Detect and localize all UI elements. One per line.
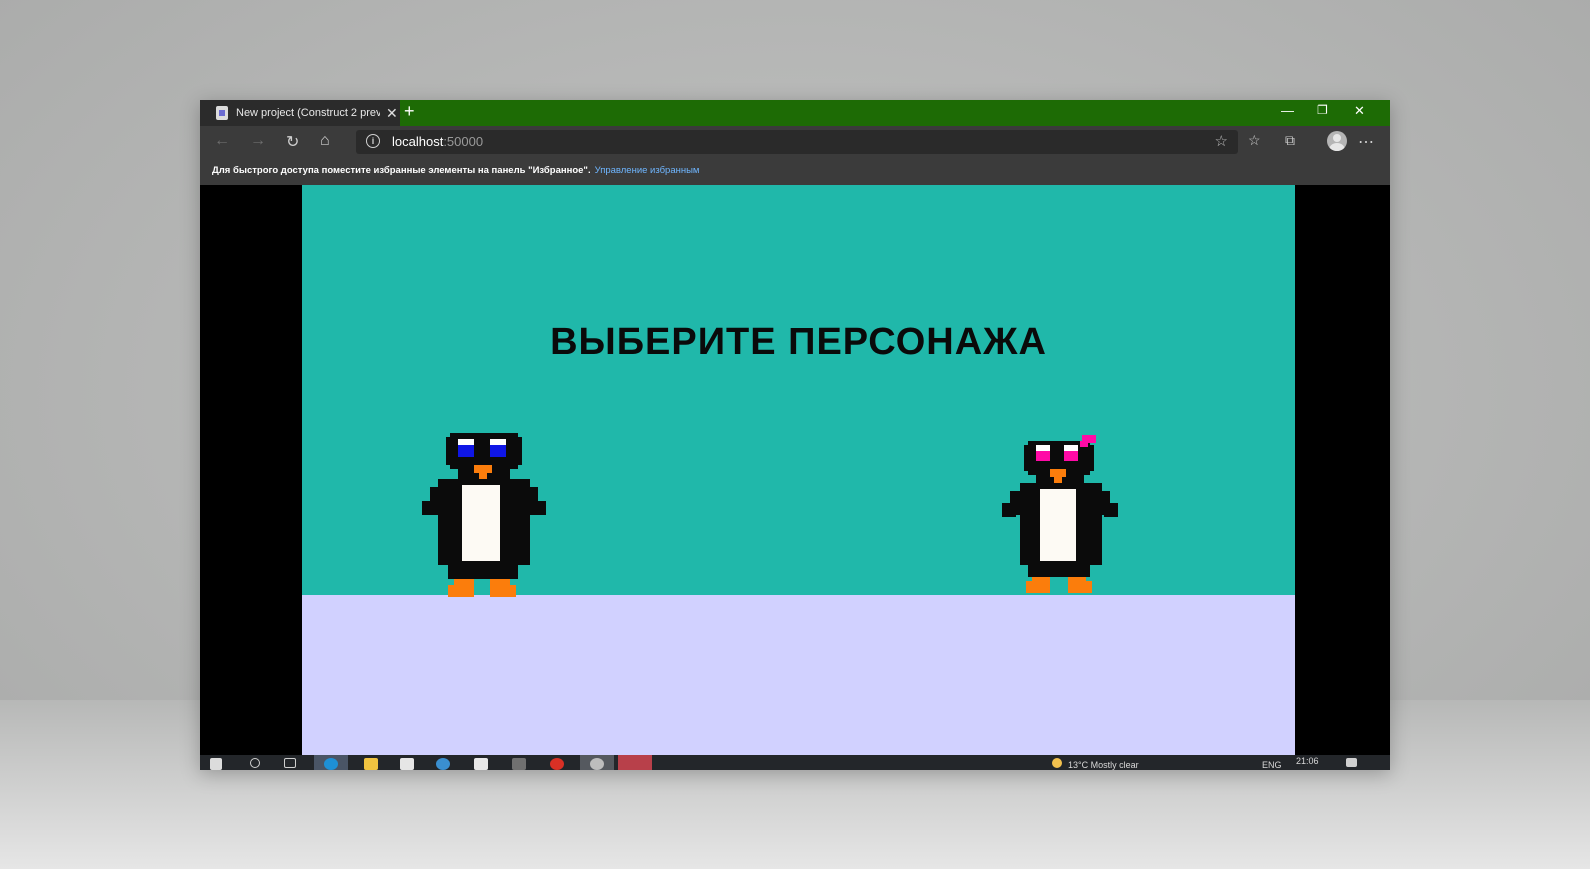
favorites-bar-message: Для быстрого доступа поместите избранные… <box>212 165 700 176</box>
browser-icon[interactable] <box>436 758 450 770</box>
back-icon[interactable]: ← <box>214 132 230 150</box>
url-text: localhost:50000 <box>392 134 484 149</box>
folder-icon[interactable] <box>364 758 378 770</box>
penguin-boy-character[interactable] <box>422 425 548 597</box>
browser-window: New project (Construct 2 preview) ✕ + — … <box>200 100 1390 770</box>
notifications-icon[interactable] <box>1346 758 1357 767</box>
close-window-icon[interactable]: ✕ <box>1354 103 1365 119</box>
penguin-feet <box>448 579 516 597</box>
restore-icon[interactable]: ❐ <box>1317 103 1328 117</box>
favorites-icon[interactable]: ☆ <box>1248 132 1261 149</box>
task-view-icon[interactable] <box>284 758 296 768</box>
mail-icon[interactable] <box>474 758 488 770</box>
page-favicon-icon <box>216 106 228 120</box>
settings-icon[interactable] <box>590 758 604 770</box>
new-tab-icon[interactable]: + <box>404 101 415 122</box>
penguin-belly <box>1040 489 1076 561</box>
edge-icon[interactable] <box>324 758 338 770</box>
taskbar-app-red[interactable] <box>618 755 652 770</box>
taskbar-language[interactable]: ENG <box>1262 760 1282 770</box>
game-canvas[interactable]: ВЫБЕРИТЕ ПЕРСОНАЖА <box>302 185 1295 755</box>
more-menu-icon[interactable]: ⋯ <box>1358 132 1374 152</box>
ground <box>302 595 1295 755</box>
navigation-bar: ← → ↻ ⌂ i localhost:50000 ☆ ☆ ⧉ ⋯ <box>200 126 1390 158</box>
browser-tab[interactable]: New project (Construct 2 preview) ✕ <box>200 100 400 126</box>
game-title: ВЫБЕРИТЕ ПЕРСОНАЖА <box>550 321 1047 363</box>
taskbar-clock[interactable]: 21:06 <box>1296 756 1319 766</box>
search-icon[interactable] <box>250 758 260 768</box>
taskbar-weather[interactable]: 13°C Mostly clear <box>1068 760 1139 770</box>
tab-title: New project (Construct 2 preview) <box>236 107 380 119</box>
windows-taskbar: 13°C Mostly clear ENG 21:06 <box>200 755 1390 770</box>
chrome-icon[interactable] <box>550 758 564 770</box>
address-bar[interactable]: i localhost:50000 ☆ <box>356 130 1238 154</box>
home-icon[interactable]: ⌂ <box>320 132 330 150</box>
store-icon[interactable] <box>400 758 414 770</box>
profile-avatar[interactable] <box>1327 131 1347 151</box>
penguin-belly <box>462 485 500 561</box>
manage-favorites-link[interactable]: Управление избранным <box>595 165 700 176</box>
penguin-feet <box>1026 577 1092 593</box>
site-info-icon[interactable]: i <box>366 134 380 148</box>
add-favorite-star-icon[interactable]: ☆ <box>1215 132 1228 150</box>
refresh-icon[interactable]: ↻ <box>286 132 299 152</box>
weather-icon <box>1052 758 1062 768</box>
minimize-icon[interactable]: — <box>1281 103 1294 118</box>
tab-bar: New project (Construct 2 preview) ✕ + — … <box>200 100 1390 126</box>
penguin-girl-character[interactable] <box>1002 433 1118 595</box>
app-icon[interactable] <box>512 758 526 770</box>
forward-icon[interactable]: → <box>250 132 266 150</box>
favorites-bar: Для быстрого доступа поместите избранные… <box>200 158 1390 185</box>
collections-icon[interactable]: ⧉ <box>1285 132 1295 149</box>
close-tab-icon[interactable]: ✕ <box>386 105 398 122</box>
start-icon[interactable] <box>210 758 222 770</box>
